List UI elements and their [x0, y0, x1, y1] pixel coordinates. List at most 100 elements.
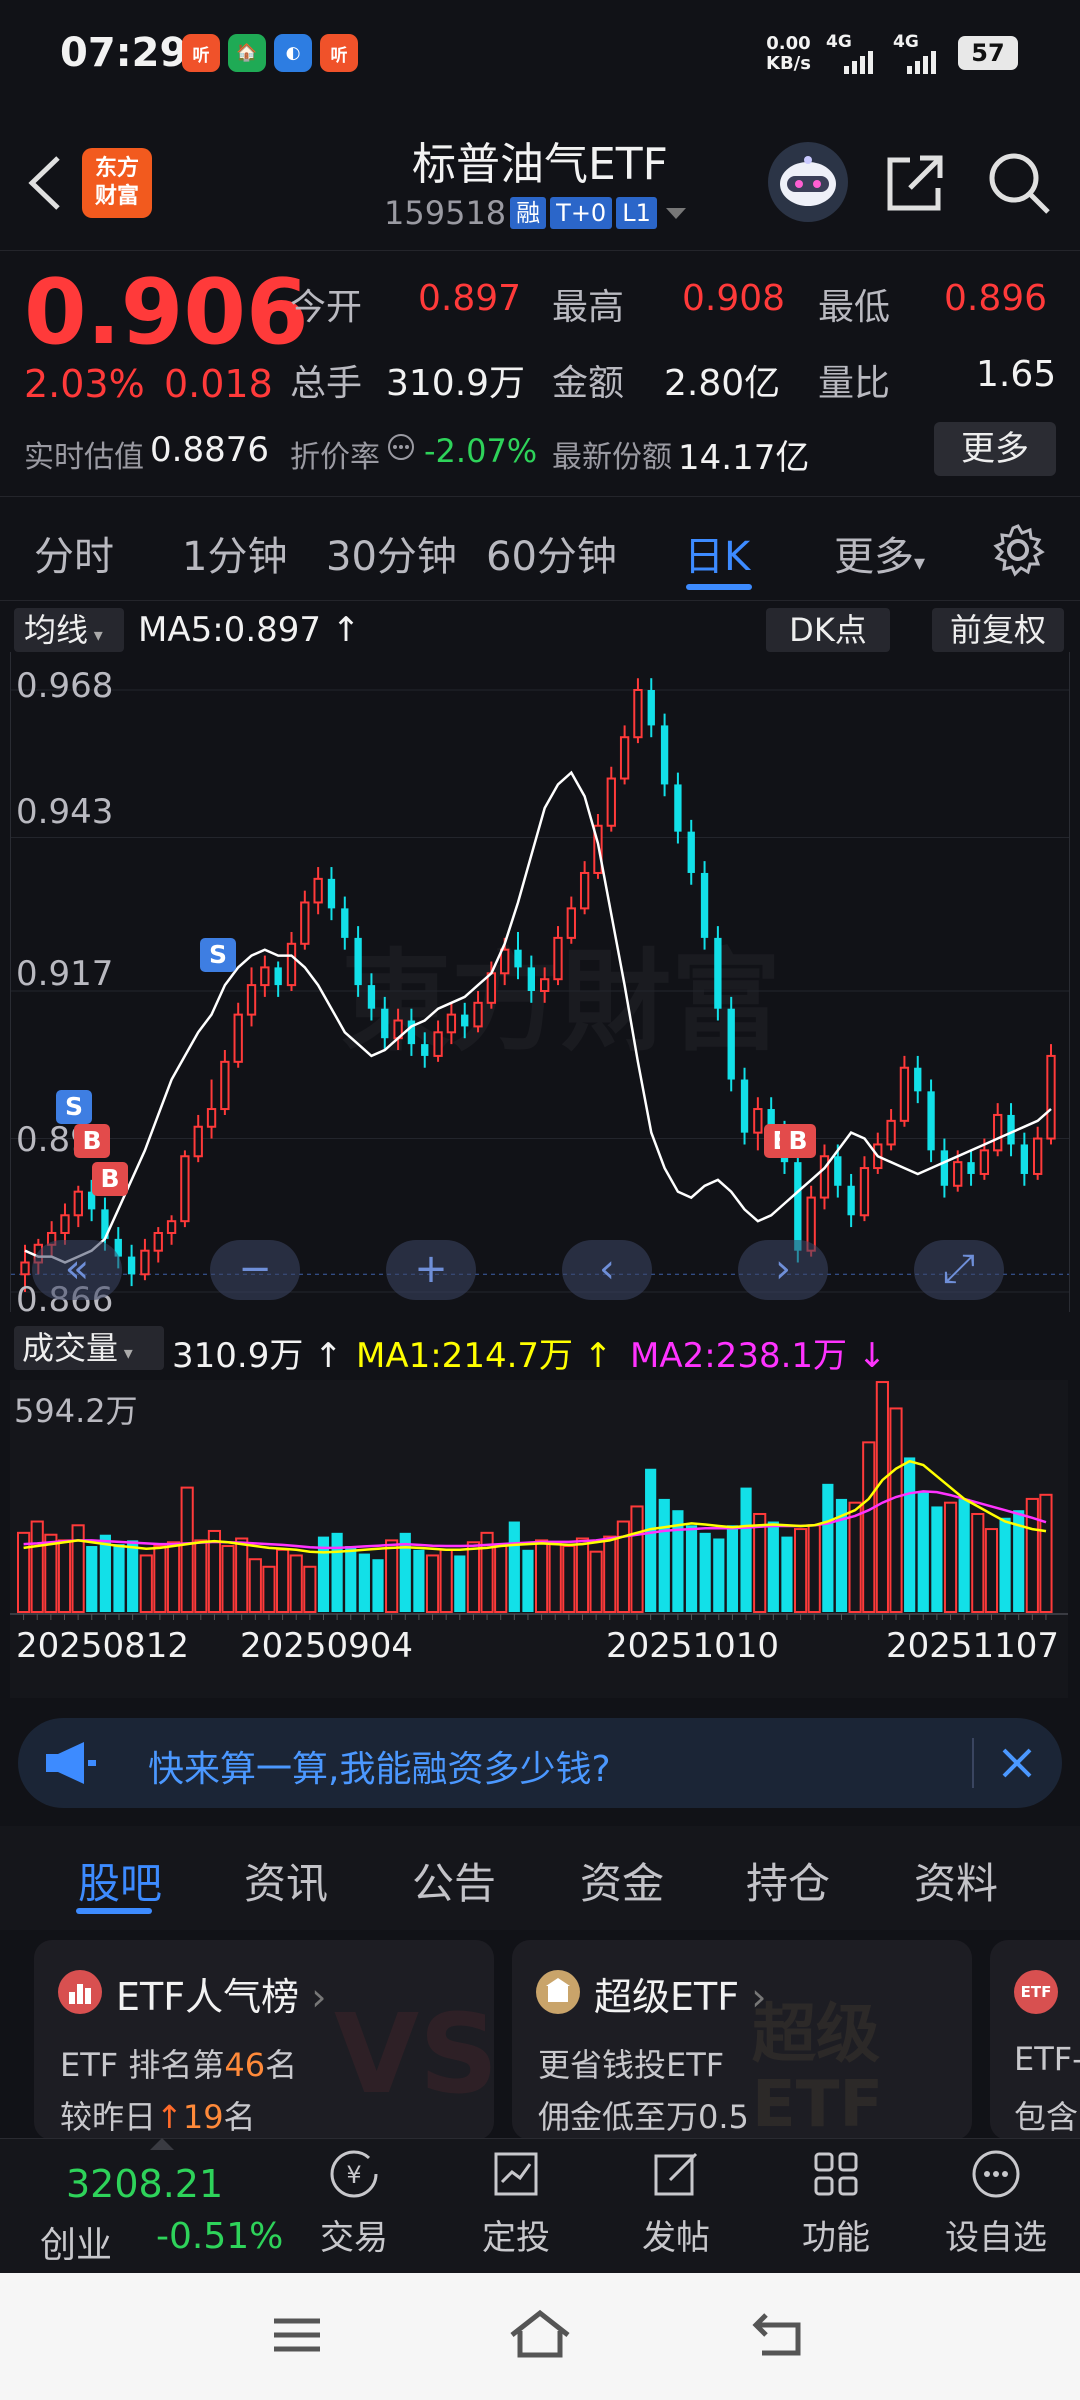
volume-indicator-selector[interactable]: 成交量 ▾ — [14, 1326, 164, 1370]
candle — [619, 725, 630, 785]
chevron-left-icon: ‹ — [599, 1246, 615, 1292]
rank-change-line: 较昨日↑19名 — [60, 2092, 256, 2138]
tab-announcements[interactable]: 公告 — [412, 1850, 496, 1911]
super-etf-watermark: 超级ETF — [752, 1998, 884, 2140]
margin-calc-banner[interactable]: 快来算一算,我能融资多少钱? — [18, 1718, 1062, 1808]
back-icon[interactable] — [752, 2309, 808, 2359]
tab-intraday[interactable]: 分时 — [34, 524, 114, 582]
dk-point-button[interactable]: DK点 — [766, 608, 890, 652]
super-etf-card[interactable]: 超级ETF 超级ETF › 更省钱投ETF 佣金低至万0.5 — [512, 1940, 972, 2140]
chart-settings-button[interactable] — [990, 522, 1046, 582]
share-button[interactable] — [880, 148, 950, 218]
candle — [180, 1150, 190, 1228]
candle — [341, 896, 349, 950]
rank-change-prefix: 较昨日 — [60, 2098, 157, 2136]
home-icon[interactable] — [508, 2307, 572, 2361]
volume-bar — [767, 1521, 779, 1612]
menu-icon[interactable] — [270, 2313, 324, 2357]
chevron-left-icon — [28, 156, 60, 210]
date-axis-tick: 20251107 — [886, 1626, 1060, 1666]
tab-60min[interactable]: 60分钟 — [486, 524, 617, 582]
indicator-selector[interactable]: 均线 ▾ — [14, 608, 124, 652]
scroll-left-button[interactable]: ‹ — [562, 1240, 652, 1300]
candle — [60, 1203, 70, 1245]
volume-bar — [999, 1517, 1011, 1612]
nav-functions[interactable]: 功能 — [776, 2148, 896, 2259]
zoom-out-button[interactable]: − — [210, 1240, 300, 1300]
volume-bar — [875, 1381, 889, 1613]
date-axis-tick: 20251010 — [606, 1626, 780, 1666]
tab-30min[interactable]: 30分钟 — [326, 524, 457, 582]
ma5-line — [24, 770, 1052, 1264]
candle — [859, 1156, 870, 1222]
scroll-right-button[interactable]: › — [738, 1240, 828, 1300]
arrow-up-icon: ↑ — [156, 2098, 183, 2136]
tab-news[interactable]: 资讯 — [244, 1850, 328, 1911]
volume-bar — [345, 1546, 357, 1612]
buy-signal-badge[interactable]: B — [92, 1162, 128, 1196]
volume-bar — [535, 1539, 549, 1613]
candle — [967, 1150, 975, 1186]
more-button[interactable]: 更多 — [934, 422, 1056, 476]
security-code-row[interactable]: 159518 融 T+0 L1 — [384, 194, 689, 232]
grid-icon — [776, 2148, 896, 2210]
volume-bar — [958, 1498, 970, 1612]
buy-signal-badge[interactable]: B — [780, 1124, 816, 1158]
volume-bar — [781, 1536, 793, 1612]
index-value[interactable]: 3208.21 — [66, 2162, 223, 2206]
volume-bar — [235, 1537, 249, 1613]
nav-auto-invest[interactable]: 定投 — [456, 2148, 576, 2259]
index-name[interactable]: 创业 — [40, 2216, 112, 2268]
arrow-down-icon: ↓ — [857, 1336, 887, 1376]
tab-fund-flow[interactable]: 资金 — [580, 1850, 664, 1911]
tab-profile[interactable]: 资料 — [914, 1850, 998, 1911]
candlestick-chart[interactable]: 東方財富 — [10, 652, 1070, 1312]
nav-add-watchlist[interactable]: 设自选 — [936, 2148, 1056, 2259]
search-button[interactable] — [984, 148, 1054, 218]
candle — [514, 931, 522, 980]
sell-signal-badge[interactable]: S — [56, 1090, 92, 1124]
scroll-to-start-button[interactable]: « — [32, 1240, 122, 1300]
volume-max-label: 594.2万 — [14, 1392, 138, 1430]
etf-card-partial[interactable]: ETF ETF- 包含 — [990, 1940, 1080, 2140]
candle — [687, 819, 695, 885]
arrow-up-icon: ↑ — [314, 1336, 343, 1376]
tab-1min[interactable]: 1分钟 — [182, 524, 287, 582]
info-icon[interactable] — [386, 432, 416, 466]
rank-suffix: 名 — [265, 2046, 298, 2084]
sell-signal-badge[interactable]: S — [200, 938, 236, 972]
volume-bar — [984, 1528, 999, 1613]
forward-adjust-button[interactable]: 前复权 — [932, 608, 1064, 652]
tab-forum[interactable]: 股吧 — [78, 1850, 162, 1911]
volume-bar — [425, 1554, 440, 1613]
volume-bar — [630, 1505, 644, 1613]
more-circle-icon — [936, 2148, 1056, 2210]
candle — [1033, 1126, 1043, 1180]
buy-signal-badge[interactable]: B — [74, 1124, 110, 1158]
t0-tag: T+0 — [550, 197, 613, 229]
date-axis-tick: 20250904 — [240, 1626, 414, 1666]
candle — [1020, 1132, 1029, 1186]
nav-post[interactable]: 发帖 — [616, 2148, 736, 2259]
nav-add-watchlist-label: 设自选 — [945, 2218, 1047, 2258]
banner-close-button[interactable] — [982, 1734, 1052, 1792]
nav-trade-label: 交易 — [320, 2218, 388, 2258]
rank-change-value: 19 — [182, 2098, 224, 2136]
tab-more[interactable]: 更多▾ — [834, 524, 925, 582]
chevron-right-icon: › — [751, 1975, 767, 2019]
back-button[interactable] — [20, 148, 70, 218]
gear-icon — [993, 524, 1045, 577]
etf-popularity-card[interactable]: VS ETF人气榜 › ETF 排名第46名 较昨日↑19名 — [34, 1940, 494, 2140]
candle — [714, 926, 722, 1021]
robot-assistant-button[interactable] — [768, 142, 848, 222]
tab-daily-k[interactable]: 日K — [684, 524, 750, 582]
nav-trade[interactable]: ¥ 交易 — [294, 2148, 414, 2259]
candle — [647, 678, 655, 738]
volume-label: 总手 — [290, 363, 363, 404]
amount-label: 金额 — [552, 363, 625, 404]
card-title-text: 超级ETF — [594, 1975, 740, 2019]
card-line-2: 佣金低至万0.5 — [538, 2098, 749, 2136]
zoom-in-button[interactable]: + — [386, 1240, 476, 1300]
fullscreen-button[interactable]: ⤢ — [914, 1240, 1004, 1300]
tab-holdings[interactable]: 持仓 — [746, 1850, 830, 1911]
